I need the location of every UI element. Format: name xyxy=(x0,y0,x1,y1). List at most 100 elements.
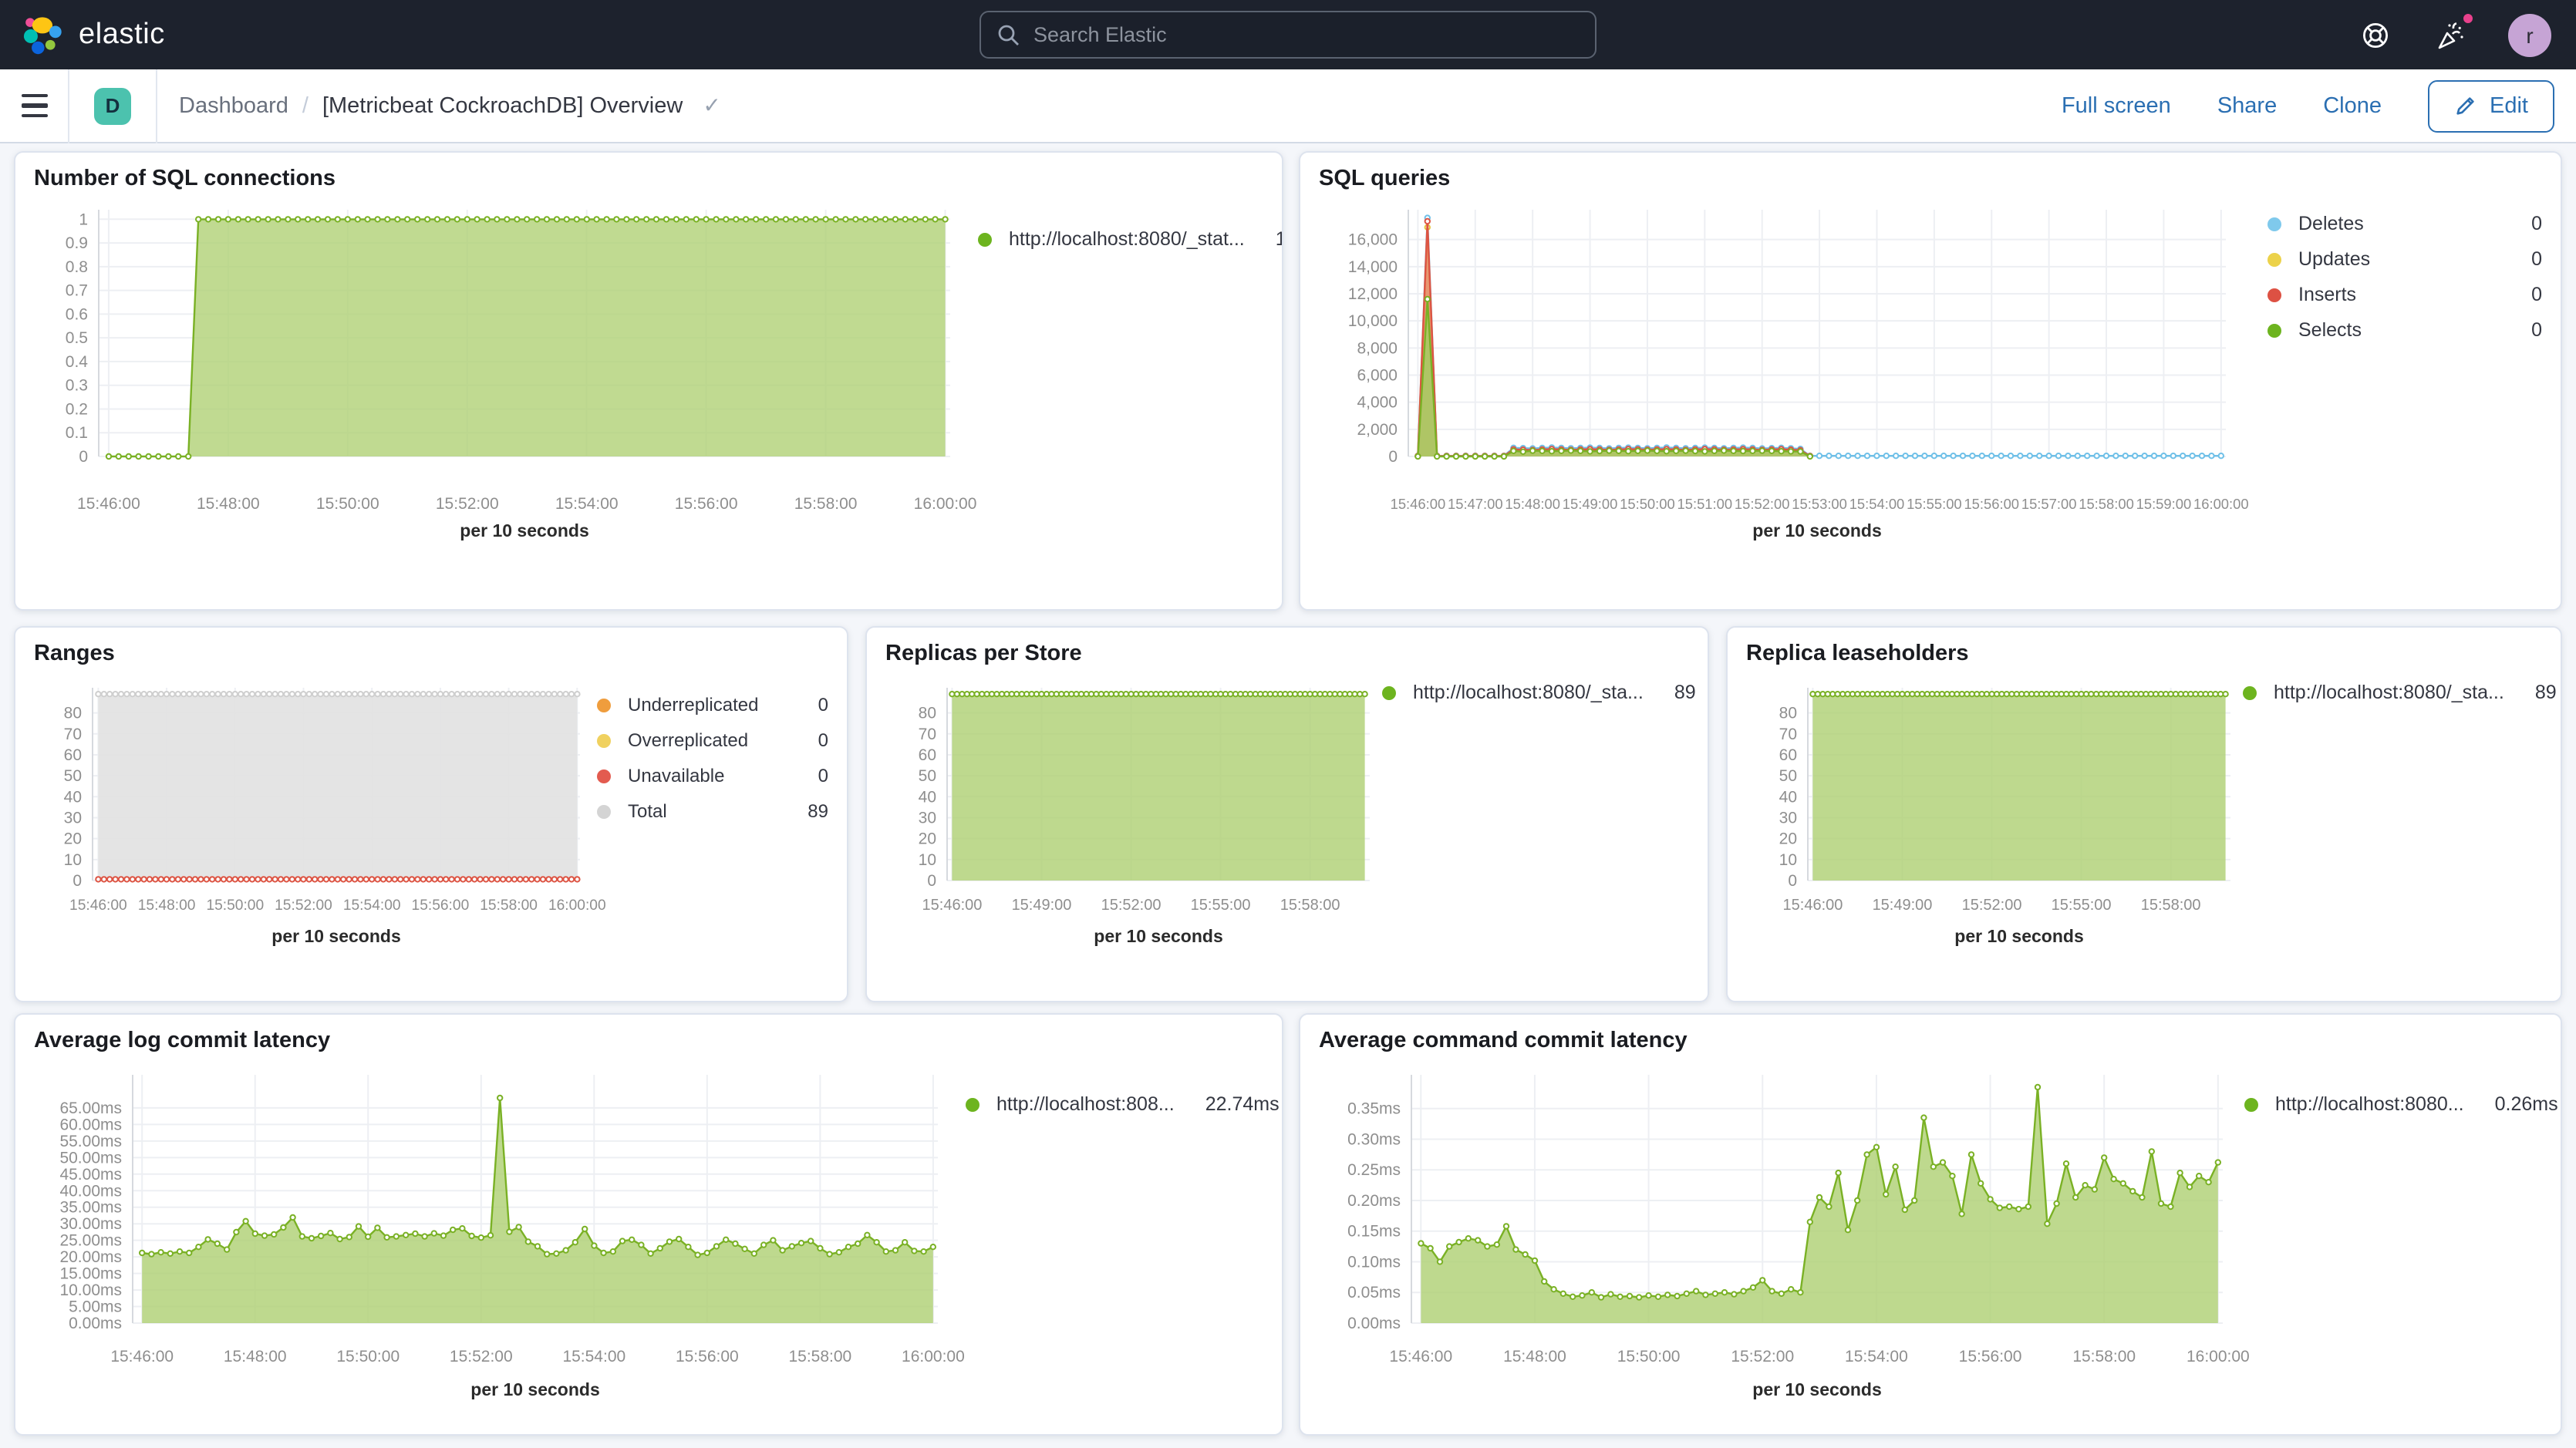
svg-text:30: 30 xyxy=(919,809,936,827)
elastic-logo[interactable]: elastic xyxy=(0,12,165,58)
legend-item[interactable]: Unavailable0 xyxy=(597,765,828,786)
svg-text:15:59:00: 15:59:00 xyxy=(2136,496,2192,512)
svg-text:15:52:00: 15:52:00 xyxy=(1731,1348,1794,1365)
svg-text:15:50:00: 15:50:00 xyxy=(316,495,379,513)
svg-text:15:52:00: 15:52:00 xyxy=(436,495,499,513)
svg-text:0.15ms: 0.15ms xyxy=(1347,1223,1401,1241)
svg-text:40: 40 xyxy=(64,788,82,806)
legend-value: 0 xyxy=(2513,248,2542,270)
svg-text:15:56:00: 15:56:00 xyxy=(675,495,738,513)
svg-text:0.9: 0.9 xyxy=(66,234,88,252)
news-icon[interactable] xyxy=(2433,16,2470,53)
panel-title: Average command commit latency xyxy=(1319,1029,2542,1053)
edit-button[interactable]: Edit xyxy=(2428,79,2554,132)
legend-label: Total xyxy=(628,800,777,822)
notification-dot xyxy=(2460,10,2476,25)
svg-text:0.1: 0.1 xyxy=(66,424,88,442)
chart-legend: Deletes0 Updates0 Inserts0 Selects0 xyxy=(2267,213,2542,341)
svg-text:15:54:00: 15:54:00 xyxy=(555,495,619,513)
pencil-icon xyxy=(2454,94,2477,117)
svg-text:0.35ms: 0.35ms xyxy=(1347,1100,1401,1118)
svg-text:15:58:00: 15:58:00 xyxy=(2072,1348,2136,1365)
svg-text:40.00ms: 40.00ms xyxy=(59,1182,122,1200)
svg-text:15:56:00: 15:56:00 xyxy=(676,1348,739,1365)
svg-text:2,000: 2,000 xyxy=(1357,421,1398,439)
share-button[interactable]: Share xyxy=(2217,93,2277,118)
command-commit-latency-chart[interactable]: 15:46:0015:48:0015:50:0015:52:0015:54:00… xyxy=(1319,1056,2244,1417)
legend-item[interactable]: Inserts0 xyxy=(2267,284,2542,305)
svg-text:0: 0 xyxy=(1788,872,1797,890)
legend-item[interactable]: Overreplicated0 xyxy=(597,729,828,751)
svg-text:15:46:00: 15:46:00 xyxy=(1783,897,1843,914)
svg-text:15:49:00: 15:49:00 xyxy=(1012,897,1072,914)
legend-item[interactable]: http://localhost:8080...0.26ms xyxy=(2244,1093,2558,1115)
global-search[interactable] xyxy=(979,11,1597,59)
svg-text:5.00ms: 5.00ms xyxy=(69,1298,122,1316)
legend-item[interactable]: Total89 xyxy=(597,800,828,822)
chart-legend: Underreplicated0 Overreplicated0 Unavailab… xyxy=(597,694,828,822)
svg-text:45.00ms: 45.00ms xyxy=(59,1166,122,1184)
svg-text:15:53:00: 15:53:00 xyxy=(1792,496,1847,512)
top-navigation-bar: elastic xyxy=(0,0,2576,69)
legend-value: 0 xyxy=(800,765,828,786)
logo-wordmark: elastic xyxy=(79,18,165,52)
svg-text:15:50:00: 15:50:00 xyxy=(1617,1348,1681,1365)
legend-value: 1 xyxy=(1257,228,1283,250)
check-icon: ✓ xyxy=(703,93,720,119)
legend-item[interactable]: http://localhost:8080/_sta...89 xyxy=(1382,682,1696,703)
legend-item[interactable]: http://localhost:808...22.74ms xyxy=(966,1093,1280,1115)
legend-item[interactable]: Deletes0 xyxy=(2267,213,2542,234)
legend-item[interactable]: Selects0 xyxy=(2267,319,2542,341)
svg-text:15:58:00: 15:58:00 xyxy=(1280,897,1340,914)
legend-item[interactable]: http://localhost:8080/_stat...1 xyxy=(978,228,1283,250)
replica-leaseholders-chart[interactable]: 15:46:0015:49:0015:52:0015:55:0015:58:00… xyxy=(1746,669,2243,985)
help-icon[interactable] xyxy=(2357,16,2394,53)
panel-sql-queries: SQL queries 15:46:0015:47:0015:48:0015:4… xyxy=(1299,151,2562,611)
svg-text:16:00:00: 16:00:00 xyxy=(548,897,606,914)
svg-text:80: 80 xyxy=(1779,705,1797,722)
svg-text:4,000: 4,000 xyxy=(1357,394,1398,412)
sql-connections-chart[interactable]: 15:46:00 15:48:00 15:50:00 15:52:00 15:54:00… xyxy=(34,194,978,592)
user-avatar[interactable]: r xyxy=(2508,13,2551,56)
legend-label: http://localhost:8080... xyxy=(2275,1093,2464,1115)
panel-replicas-per-store: Replicas per Store 15:46:0015:49:0015:52… xyxy=(865,626,1709,1002)
breadcrumb-separator: / xyxy=(302,93,309,118)
svg-text:15:54:00: 15:54:00 xyxy=(562,1348,625,1365)
breadcrumb-dashboard[interactable]: Dashboard xyxy=(179,93,288,118)
legend-value: 89 xyxy=(2517,682,2557,703)
svg-text:0.2: 0.2 xyxy=(66,400,88,418)
replicas-per-store-chart[interactable]: 15:46:0015:49:0015:52:0015:55:0015:58:00… xyxy=(885,669,1382,985)
svg-text:20: 20 xyxy=(64,830,82,848)
chart-legend: http://localhost:808...22.74ms xyxy=(966,1093,1280,1115)
svg-text:10,000: 10,000 xyxy=(1348,312,1398,330)
sql-queries-chart[interactable]: 15:46:0015:47:0015:48:0015:49:0015:50:00… xyxy=(1319,194,2244,592)
full-screen-button[interactable]: Full screen xyxy=(2062,93,2171,118)
svg-text:15:54:00: 15:54:00 xyxy=(343,897,401,914)
log-commit-latency-chart[interactable]: 15:46:0015:48:0015:50:0015:52:0015:54:00… xyxy=(34,1056,966,1417)
svg-text:0.30ms: 0.30ms xyxy=(1347,1130,1401,1148)
svg-text:10: 10 xyxy=(64,851,82,869)
menu-icon[interactable] xyxy=(0,69,68,143)
legend-item[interactable]: Updates0 xyxy=(2267,248,2542,270)
svg-text:15:47:00: 15:47:00 xyxy=(1448,496,1503,512)
svg-text:0: 0 xyxy=(927,872,936,890)
svg-text:70: 70 xyxy=(64,726,82,743)
svg-text:15:46:00: 15:46:00 xyxy=(77,495,140,513)
clone-button[interactable]: Clone xyxy=(2323,93,2382,118)
svg-text:15:48:00: 15:48:00 xyxy=(197,495,260,513)
svg-text:15:49:00: 15:49:00 xyxy=(1873,897,1933,914)
svg-text:50: 50 xyxy=(1779,767,1797,785)
svg-text:0: 0 xyxy=(1388,448,1398,466)
ranges-chart[interactable]: 15:46:0015:48:0015:50:0015:52:0015:54:00… xyxy=(34,669,589,985)
svg-text:30: 30 xyxy=(1779,809,1797,827)
legend-dot-icon xyxy=(978,232,992,246)
dashboard-badge: D xyxy=(94,87,131,124)
search-input[interactable] xyxy=(1033,23,1580,46)
svg-text:15:50:00: 15:50:00 xyxy=(1620,496,1675,512)
svg-text:15:54:00: 15:54:00 xyxy=(1849,496,1905,512)
legend-item[interactable]: http://localhost:8080/_sta...89 xyxy=(2243,682,2557,703)
legend-dot-icon xyxy=(597,733,611,747)
svg-text:15:52:00: 15:52:00 xyxy=(1962,897,2022,914)
svg-text:15:52:00: 15:52:00 xyxy=(275,897,332,914)
legend-item[interactable]: Underreplicated0 xyxy=(597,694,828,716)
